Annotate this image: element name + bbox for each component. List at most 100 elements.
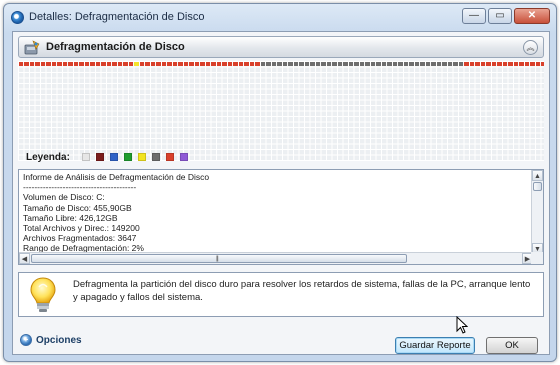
disk-cluster-block <box>95 61 100 66</box>
report-line: Tamaño Libre: 426,12GB <box>23 212 118 223</box>
disk-cluster-block <box>112 61 117 66</box>
disk-cluster-block <box>304 61 309 66</box>
disk-cluster-block <box>106 61 111 66</box>
save-report-button[interactable]: Guardar Reporte <box>395 337 475 354</box>
disk-cluster-block <box>46 61 51 66</box>
disk-cluster-block <box>486 61 491 66</box>
disk-cluster-block <box>480 61 485 66</box>
disk-cluster-block <box>101 61 106 66</box>
close-button[interactable]: ✕ <box>514 8 550 24</box>
disk-cluster-block <box>513 61 518 66</box>
disk-cluster-block <box>491 61 496 66</box>
disk-cluster-block <box>365 61 370 66</box>
disk-cluster-block <box>277 61 282 66</box>
disk-cluster-block <box>128 61 133 66</box>
disk-cluster-block <box>310 61 315 66</box>
disk-cluster-block <box>244 61 249 66</box>
disk-cluster-block <box>392 61 397 66</box>
horizontal-scrollbar[interactable]: ◀ ||| ▶ <box>19 252 533 264</box>
section-title: Defragmentación de Disco <box>46 41 185 53</box>
disk-cluster-block <box>524 61 529 66</box>
vertical-scroll-thumb[interactable] <box>533 182 542 191</box>
disk-cluster-block <box>18 61 23 66</box>
disk-cluster-block <box>62 61 67 66</box>
dialog-content: Defragmentación de Disco ︽ Leyenda: Info… <box>12 31 550 355</box>
disk-cluster-block <box>387 61 392 66</box>
disk-cluster-map <box>18 61 544 161</box>
mouse-pointer-icon <box>456 316 468 334</box>
disk-cluster-block <box>376 61 381 66</box>
disk-cluster-block <box>117 61 122 66</box>
disk-cluster-block <box>172 61 177 66</box>
options-link[interactable]: + Opciones <box>20 334 82 346</box>
scroll-left-icon[interactable]: ◀ <box>19 253 30 264</box>
disk-cluster-block <box>453 61 458 66</box>
legend: Leyenda: <box>26 151 194 163</box>
disk-cluster-block <box>502 61 507 66</box>
disk-cluster-block <box>381 61 386 66</box>
vertical-scrollbar[interactable]: ▲ ▼ <box>531 170 543 254</box>
report-line: Total Archivos y Direc.: 149200 <box>23 223 140 234</box>
disk-cluster-block <box>249 61 254 66</box>
disk-cluster-block <box>420 61 425 66</box>
disk-cluster-block <box>530 61 535 66</box>
disk-cluster-block <box>90 61 95 66</box>
disk-cluster-block <box>464 61 469 66</box>
ok-button[interactable]: OK <box>486 337 538 354</box>
disk-cluster-block <box>79 61 84 66</box>
options-label[interactable]: Opciones <box>36 335 82 346</box>
report-line: Tamaño de Disco: 455,90GB <box>23 202 132 213</box>
horizontal-scroll-thumb[interactable]: ||| <box>31 254 407 263</box>
disk-cluster-block <box>134 61 139 66</box>
title-bar[interactable]: Detalles: Defragmentación de Disco — ▭ ✕ <box>4 4 556 30</box>
scroll-up-icon[interactable]: ▲ <box>532 170 543 181</box>
disk-cluster-block <box>68 61 73 66</box>
lightbulb-icon <box>30 277 56 312</box>
disk-cluster-block <box>343 61 348 66</box>
legend-swatch <box>109 153 118 161</box>
disk-cluster-block <box>167 61 172 66</box>
disk-cluster-block <box>447 61 452 66</box>
legend-label: Leyenda: <box>26 151 70 163</box>
disk-cluster-block <box>359 61 364 66</box>
disk-cluster-block <box>222 61 227 66</box>
disk-cluster-block <box>288 61 293 66</box>
disk-cluster-block <box>497 61 502 66</box>
disk-cluster-block <box>29 61 34 66</box>
disk-cluster-block <box>211 61 216 66</box>
app-icon <box>11 11 24 24</box>
tip-text: Defragmenta la partición del disco duro … <box>73 279 531 303</box>
disk-cluster-block <box>541 61 544 66</box>
disk-cluster-block <box>326 61 331 66</box>
report-line: Archivos Fragmentados: 3647 <box>23 233 137 244</box>
disk-cluster-block <box>161 61 166 66</box>
collapse-icon[interactable]: ︽ <box>523 40 538 55</box>
disk-cluster-block <box>51 61 56 66</box>
report-textarea[interactable]: Informe de Análisis de Defragmentación d… <box>18 169 544 265</box>
legend-swatch <box>165 153 174 161</box>
legend-swatch <box>81 153 90 161</box>
disk-cluster-block <box>205 61 210 66</box>
disk-cluster-block <box>227 61 232 66</box>
disk-cluster-block <box>337 61 342 66</box>
section-header: Defragmentación de Disco ︽ <box>18 36 544 58</box>
disk-cluster-block <box>178 61 183 66</box>
disk-cluster-block <box>442 61 447 66</box>
legend-swatch <box>179 153 188 161</box>
expand-options-icon[interactable]: + <box>20 334 32 346</box>
disk-cluster-block <box>508 61 513 66</box>
minimize-button[interactable]: — <box>462 8 486 24</box>
disk-cluster-block <box>293 61 298 66</box>
disk-cluster-block <box>315 61 320 66</box>
disk-cluster-block <box>354 61 359 66</box>
disk-cluster-block <box>403 61 408 66</box>
disk-cluster-block <box>348 61 353 66</box>
maximize-button[interactable]: ▭ <box>488 8 512 24</box>
disk-cluster-block <box>156 61 161 66</box>
legend-swatch <box>95 153 104 161</box>
disk-cluster-block <box>183 61 188 66</box>
disk-cluster-block <box>189 61 194 66</box>
disk-cluster-block <box>266 61 271 66</box>
disk-cluster-block <box>475 61 480 66</box>
disk-cluster-block <box>519 61 524 66</box>
